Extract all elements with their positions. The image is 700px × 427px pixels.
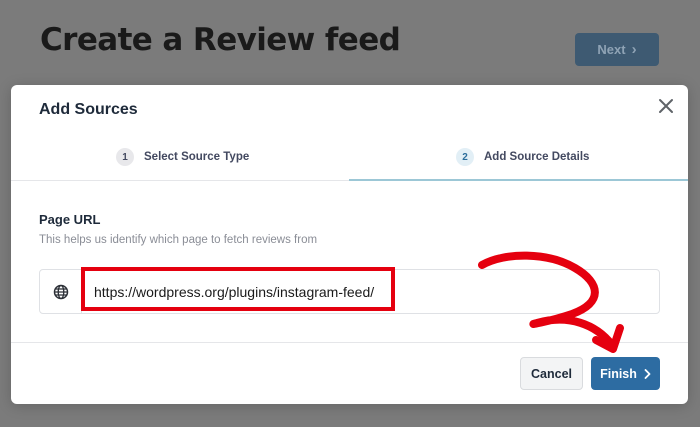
footer-divider — [11, 342, 688, 343]
page-title: Create a Review feed — [40, 22, 401, 58]
step-number: 1 — [116, 148, 134, 166]
active-step-underline — [349, 179, 688, 181]
close-icon[interactable] — [655, 95, 677, 117]
chevron-right-icon: › — [631, 41, 637, 58]
next-button[interactable]: Next › — [575, 33, 659, 66]
step-label: Select Source Type — [144, 151, 250, 163]
page-url-label: Page URL — [39, 212, 101, 227]
page-url-field — [39, 269, 660, 314]
next-button-label: Next — [597, 42, 626, 57]
finish-button[interactable]: Finish — [591, 357, 660, 390]
step-label: Add Source Details — [484, 151, 590, 163]
finish-button-label: Finish — [600, 366, 637, 381]
globe-icon — [40, 270, 82, 313]
page-url-help-text: This helps us identify which page to fet… — [39, 234, 318, 246]
step-add-source-details[interactable]: 2 Add Source Details — [456, 148, 589, 166]
step-select-source-type[interactable]: 1 Select Source Type — [116, 148, 249, 166]
modal-title: Add Sources — [39, 101, 138, 118]
step-indicator: 1 Select Source Type 2 Add Source Detail… — [11, 140, 688, 182]
page-url-input[interactable] — [82, 270, 658, 313]
cancel-button[interactable]: Cancel — [520, 357, 583, 390]
chevron-right-icon — [644, 368, 651, 379]
step-number: 2 — [456, 148, 474, 166]
add-sources-modal: Add Sources 1 Select Source Type 2 Add S… — [11, 85, 688, 404]
